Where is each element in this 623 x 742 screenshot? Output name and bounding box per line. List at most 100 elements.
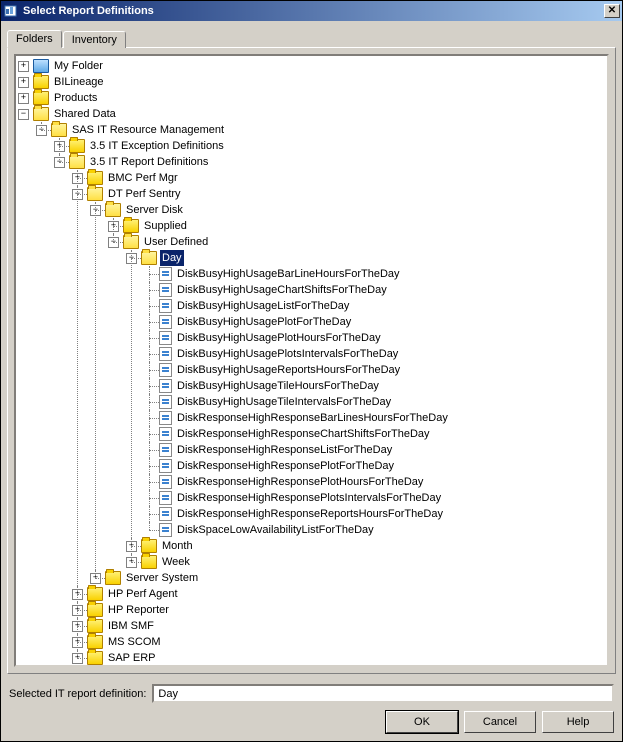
folder-dt-perf-sentry[interactable]: − DT Perf Sentry xyxy=(72,186,605,202)
folder-week[interactable]: +Week xyxy=(126,554,605,570)
expand-toggle[interactable]: + xyxy=(54,141,65,152)
toggle-blank xyxy=(144,413,155,424)
folder-open-icon xyxy=(33,107,49,121)
folder-day[interactable]: −Day xyxy=(126,250,605,266)
toggle-blank xyxy=(144,285,155,296)
expand-toggle[interactable]: + xyxy=(18,61,29,72)
report-icon xyxy=(159,363,172,377)
report-item[interactable]: DiskResponseHighResponseBarLinesHoursFor… xyxy=(144,410,605,426)
report-item[interactable]: DiskBusyHighUsagePlotsIntervalsForTheDay xyxy=(144,346,605,362)
tree-item-label: DiskBusyHighUsageTileIntervalsForTheDay xyxy=(175,394,393,410)
tab-folders[interactable]: Folders xyxy=(7,30,62,48)
report-item[interactable]: DiskBusyHighUsageReportsHoursForTheDay xyxy=(144,362,605,378)
tree-item-label: SAS IT Resource Management xyxy=(70,122,226,138)
folder-sap-erp[interactable]: +SAP ERP xyxy=(72,650,605,666)
toggle-blank xyxy=(144,365,155,376)
tree-view[interactable]: +My Folder+BILineage+Products−Shared Dat… xyxy=(14,54,609,667)
report-item[interactable]: DiskResponseHighResponseChartShiftsForTh… xyxy=(144,426,605,442)
toggle-blank xyxy=(144,509,155,520)
content-area: Folders Inventory +My Folder+BILineage+P… xyxy=(1,21,622,680)
report-icon xyxy=(159,427,172,441)
expand-toggle[interactable]: + xyxy=(126,541,137,552)
folder-month[interactable]: + Month xyxy=(126,538,605,554)
tree-item-label: HP Perf Agent xyxy=(106,586,180,602)
expand-toggle[interactable]: + xyxy=(72,621,83,632)
tree-item-label: 3.5 IT Report Definitions xyxy=(88,154,210,170)
window-title: Select Report Definitions xyxy=(23,5,604,17)
expand-toggle[interactable]: + xyxy=(72,589,83,600)
expand-toggle[interactable]: + xyxy=(90,573,101,584)
report-item[interactable]: DiskResponseHighResponsePlotHoursForTheD… xyxy=(144,474,605,490)
expand-toggle[interactable]: + xyxy=(18,77,29,88)
report-item[interactable]: DiskResponseHighResponseListForTheDay xyxy=(144,442,605,458)
expand-toggle[interactable]: + xyxy=(72,637,83,648)
report-item[interactable]: DiskSpaceLowAvailabilityListForTheDay xyxy=(144,522,605,538)
tree-item-label: Month xyxy=(160,538,195,554)
folder-ms-scom[interactable]: +MS SCOM xyxy=(72,634,605,650)
expand-toggle[interactable]: + xyxy=(108,221,119,232)
expand-toggle[interactable]: + xyxy=(72,173,83,184)
tree-item-label: IBM SMF xyxy=(106,618,156,634)
report-item[interactable]: DiskBusyHighUsageTileHoursForTheDay xyxy=(144,378,605,394)
titlebar: Select Report Definitions ✕ xyxy=(1,1,622,21)
folder-closed-icon xyxy=(123,219,139,233)
cancel-button[interactable]: Cancel xyxy=(464,711,536,733)
folder-user-defined[interactable]: −User Defined xyxy=(108,234,605,250)
report-icon xyxy=(159,443,172,457)
collapse-toggle[interactable]: − xyxy=(90,205,101,216)
expand-toggle[interactable]: + xyxy=(72,653,83,664)
folder-ibm-smf[interactable]: + IBM SMF xyxy=(72,618,605,634)
folder-hp-reporter[interactable]: +HP Reporter xyxy=(72,602,605,618)
report-icon xyxy=(159,507,172,521)
folder-bilineage[interactable]: +BILineage xyxy=(18,74,605,90)
collapse-toggle[interactable]: − xyxy=(126,253,137,264)
folder-supplied[interactable]: +Supplied xyxy=(108,218,605,234)
collapse-toggle[interactable]: − xyxy=(18,109,29,120)
tree-item-label: DT Perf Sentry xyxy=(106,186,183,202)
folder-closed-icon xyxy=(33,75,49,89)
selected-value-input[interactable] xyxy=(152,684,614,703)
close-button[interactable]: ✕ xyxy=(604,4,620,18)
folder-exception-defs[interactable]: +3.5 IT Exception Definitions xyxy=(54,138,605,154)
folder-report-defs[interactable]: − 3.5 IT Report Definitions xyxy=(54,154,605,170)
ok-label: OK xyxy=(414,716,430,728)
tree-item-label: Products xyxy=(52,90,99,106)
tree-item-label: Server Disk xyxy=(124,202,185,218)
report-icon xyxy=(159,523,172,537)
report-item[interactable]: DiskBusyHighUsageChartShiftsForTheDay xyxy=(144,282,605,298)
report-icon xyxy=(159,299,172,313)
report-item[interactable]: DiskResponseHighResponseReportsHoursForT… xyxy=(144,506,605,522)
expand-toggle[interactable]: + xyxy=(126,557,137,568)
folder-server-system[interactable]: + Server System xyxy=(90,570,605,586)
collapse-toggle[interactable]: − xyxy=(54,157,65,168)
folder-closed-icon xyxy=(87,651,103,665)
toggle-blank xyxy=(144,317,155,328)
folder-closed-icon xyxy=(87,587,103,601)
report-item[interactable]: DiskBusyHighUsageListForTheDay xyxy=(144,298,605,314)
report-item[interactable]: DiskBusyHighUsagePlotHoursForTheDay xyxy=(144,330,605,346)
folder-products[interactable]: + Products xyxy=(18,90,605,106)
folder-server-disk[interactable]: − Server Disk xyxy=(90,202,605,218)
folder-sas-itrm[interactable]: − SAS IT Resource Management xyxy=(36,122,605,138)
expand-toggle[interactable]: + xyxy=(72,605,83,616)
report-item[interactable]: DiskBusyHighUsagePlotForTheDay xyxy=(144,314,605,330)
folder-hp-perf-agent[interactable]: + HP Perf Agent xyxy=(72,586,605,602)
ok-button[interactable]: OK xyxy=(386,711,458,733)
report-item[interactable]: DiskResponseHighResponsePlotsIntervalsFo… xyxy=(144,490,605,506)
tree-item-label: Server System xyxy=(124,570,200,586)
collapse-toggle[interactable]: − xyxy=(108,237,119,248)
app-icon xyxy=(3,3,19,19)
report-item[interactable]: DiskResponseHighResponsePlotForTheDay xyxy=(144,458,605,474)
folder-closed-icon xyxy=(141,539,157,553)
report-item[interactable]: DiskBusyHighUsageBarLineHoursForTheDay xyxy=(144,266,605,282)
folder-bmc[interactable]: +BMC Perf Mgr xyxy=(72,170,605,186)
collapse-toggle[interactable]: − xyxy=(36,125,47,136)
folder-open-icon xyxy=(87,187,103,201)
expand-toggle[interactable]: + xyxy=(18,93,29,104)
report-item[interactable]: DiskBusyHighUsageTileIntervalsForTheDay xyxy=(144,394,605,410)
tab-inventory[interactable]: Inventory xyxy=(63,31,126,48)
collapse-toggle[interactable]: − xyxy=(72,189,83,200)
folder-my-folder[interactable]: +My Folder xyxy=(18,58,605,74)
help-button[interactable]: Help xyxy=(542,711,614,733)
folder-shared-data[interactable]: −Shared Data xyxy=(18,106,605,122)
